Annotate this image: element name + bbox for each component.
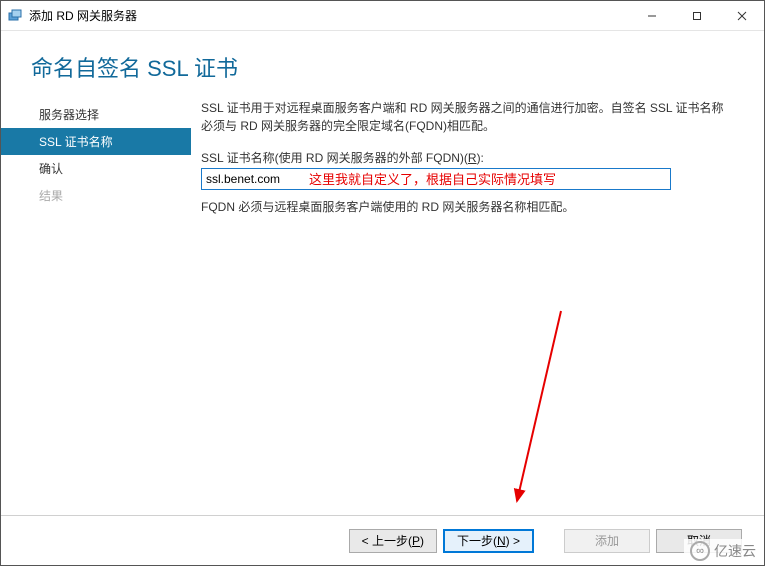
main-panel: SSL 证书用于对远程桌面服务客户端和 RD 网关服务器之间的通信进行加密。自签… xyxy=(191,99,764,511)
window-title: 添加 RD 网关服务器 xyxy=(29,7,137,24)
previous-button[interactable]: < 上一步(P) xyxy=(349,529,437,553)
footer: < 上一步(P) 下一步(N) > 添加 取消 xyxy=(1,515,764,565)
minimize-button[interactable] xyxy=(629,1,674,31)
ssl-cert-name-input[interactable] xyxy=(201,168,671,190)
page-title: 命名自签名 SSL 证书 xyxy=(31,51,734,83)
next-button[interactable]: 下一步(N) > xyxy=(443,529,534,553)
titlebar: 添加 RD 网关服务器 xyxy=(1,1,764,31)
sidebar-item-confirm[interactable]: 确认 xyxy=(1,155,191,182)
input-label: SSL 证书名称(使用 RD 网关服务器的外部 FQDN)(R): xyxy=(201,149,728,166)
sidebar-item-server-select[interactable]: 服务器选择 xyxy=(1,101,191,128)
header: 命名自签名 SSL 证书 xyxy=(1,31,764,99)
sidebar-item-results: 结果 xyxy=(1,182,191,209)
content: 服务器选择 SSL 证书名称 确认 结果 SSL 证书用于对远程桌面服务客户端和… xyxy=(1,99,764,511)
dialog-window: 添加 RD 网关服务器 命名自签名 SSL 证书 服务器选择 SSL 证书名称 … xyxy=(0,0,765,566)
maximize-button[interactable] xyxy=(674,1,719,31)
hint-text: FQDN 必须与远程桌面服务客户端使用的 RD 网关服务器名称相匹配。 xyxy=(201,198,728,215)
description-text: SSL 证书用于对远程桌面服务客户端和 RD 网关服务器之间的通信进行加密。自签… xyxy=(201,99,728,135)
cancel-button[interactable]: 取消 xyxy=(656,529,742,553)
sidebar-item-ssl-cert-name[interactable]: SSL 证书名称 xyxy=(1,128,191,155)
app-icon xyxy=(7,8,23,24)
sidebar: 服务器选择 SSL 证书名称 确认 结果 xyxy=(1,99,191,511)
close-button[interactable] xyxy=(719,1,764,31)
add-button: 添加 xyxy=(564,529,650,553)
